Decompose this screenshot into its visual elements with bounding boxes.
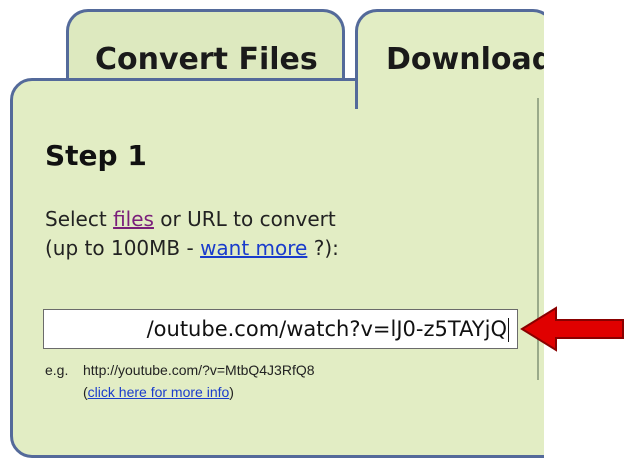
example-prefix: e.g. [45, 362, 69, 378]
info-close-paren: ) [229, 384, 234, 400]
limit-prefix: (up to 100MB - [45, 236, 201, 260]
more-info-link[interactable]: click here for more info [88, 384, 230, 400]
example-line-1: e.g. http://youtube.com/?v=MtbQ4J3RfQ8 [45, 359, 315, 381]
text-caret [508, 318, 509, 342]
want-more-link[interactable]: want more [200, 236, 307, 260]
limit-suffix: ?): [307, 236, 339, 260]
tab-download[interactable]: Download [355, 9, 555, 109]
description-line-2: (up to 100MB - want more ?): [45, 234, 339, 263]
description-suffix: or URL to convert [153, 207, 336, 231]
tab-download-label: Download [386, 42, 554, 77]
step-description: Select files or URL to convert (up to 10… [45, 205, 339, 263]
url-input[interactable]: /outube.com/watch?v=lJ0-z5TAYjQ [43, 309, 518, 349]
screenshot-crop-area [544, 0, 630, 464]
description-line-1: Select files or URL to convert [45, 205, 339, 234]
example-line-2: (click here for more info) [45, 381, 315, 403]
url-input-value: /outube.com/watch?v=lJ0-z5TAYjQ [146, 317, 507, 341]
description-prefix: Select [45, 207, 114, 231]
example-hint: e.g. http://youtube.com/?v=MtbQ4J3RfQ8 (c… [45, 359, 315, 403]
files-link[interactable]: files [113, 207, 154, 231]
active-tab-joint [358, 74, 543, 84]
step-title: Step 1 [45, 139, 147, 172]
example-url: http://youtube.com/?v=MtbQ4J3RfQ8 [83, 362, 315, 378]
tab-convert-files-label: Convert Files [95, 42, 318, 77]
red-arrow-icon [520, 306, 624, 352]
